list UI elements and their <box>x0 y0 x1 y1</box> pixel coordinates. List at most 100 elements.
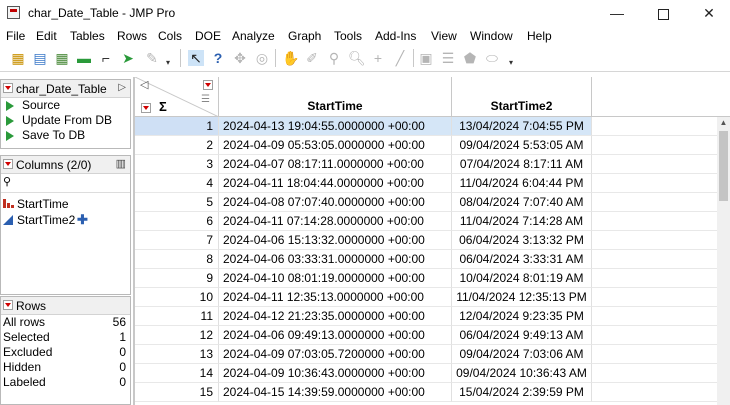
cell-starttime[interactable]: 2024-04-09 07:03:05.7200000 +00:00 <box>219 345 452 364</box>
cell-starttime[interactable]: 2024-04-11 12:35:13.0000000 +00:00 <box>219 288 452 307</box>
cell-starttime2[interactable]: 15/04/2024 2:39:59 PM <box>452 383 592 402</box>
columns-panel-header[interactable]: Columns (2/0) ▥ <box>1 156 130 174</box>
column-item-starttime[interactable]: StartTime <box>1 196 130 212</box>
cell-starttime[interactable]: 2024-04-09 05:53:05.0000000 +00:00 <box>219 136 452 155</box>
table-row[interactable]: 15 2024-04-15 14:39:59.0000000 +00:00 15/0… <box>135 383 730 402</box>
close-button[interactable]: ✕ <box>686 0 730 26</box>
text-lines-icon[interactable]: ☰ <box>440 50 456 66</box>
table-row[interactable]: 3 2024-04-07 08:17:11.0000000 +00:00 07/04… <box>135 155 730 174</box>
sigma-icon[interactable]: Σ <box>159 99 167 114</box>
cell-starttime2[interactable]: 11/04/2024 7:14:28 AM <box>452 212 592 231</box>
columns-options-icon[interactable]: ▥ <box>116 157 126 170</box>
row-number[interactable]: 10 <box>135 288 219 307</box>
cell-starttime[interactable]: 2024-04-11 18:04:44.0000000 +00:00 <box>219 174 452 193</box>
cell-starttime[interactable]: 2024-04-06 09:49:13.0000000 +00:00 <box>219 326 452 345</box>
rows-panel-header[interactable]: Rows <box>1 297 130 315</box>
table-row[interactable]: 7 2024-04-06 15:13:32.0000000 +00:00 06/04… <box>135 231 730 250</box>
row-number[interactable]: 15 <box>135 383 219 402</box>
menu-analyze[interactable]: Analyze <box>232 29 275 43</box>
row-number[interactable]: 4 <box>135 174 219 193</box>
help-question-icon[interactable]: ? <box>210 50 226 66</box>
hand-grabber-icon[interactable]: ✋ <box>282 50 299 66</box>
ellipse-icon[interactable]: ⬭ <box>484 50 500 66</box>
pencil-icon[interactable]: ✎ <box>144 50 160 66</box>
polygon-icon[interactable]: ⬟ <box>462 50 478 66</box>
table-row[interactable]: 2 2024-04-09 05:53:05.0000000 +00:00 09/04… <box>135 136 730 155</box>
menu-add-ins[interactable]: Add-Ins <box>375 29 416 43</box>
cell-starttime[interactable]: 2024-04-06 03:33:31.0000000 +00:00 <box>219 250 452 269</box>
scroll-up-icon[interactable]: ▲ <box>717 117 730 129</box>
cell-starttime2[interactable]: 06/04/2024 9:49:13 AM <box>452 326 592 345</box>
table-row[interactable]: 13 2024-04-09 07:03:05.7200000 +00:00 09/0… <box>135 345 730 364</box>
data-table-icon[interactable]: ▦ <box>10 50 26 66</box>
red-triangle-menu-icon[interactable] <box>203 80 213 90</box>
row-number[interactable]: 9 <box>135 269 219 288</box>
cell-starttime2[interactable]: 09/04/2024 5:53:05 AM <box>452 136 592 155</box>
formula-icon[interactable]: ⌐ <box>98 50 114 66</box>
grid-icon[interactable]: ▦ <box>54 50 70 66</box>
row-number[interactable]: 3 <box>135 155 219 174</box>
cell-starttime2[interactable]: 10/04/2024 8:01:19 AM <box>452 269 592 288</box>
table-row[interactable]: 8 2024-04-06 03:33:31.0000000 +00:00 06/04… <box>135 250 730 269</box>
lasso-icon[interactable]: ⚲ <box>326 50 342 66</box>
menu-graph[interactable]: Graph <box>288 29 321 43</box>
cell-starttime2[interactable]: 12/04/2024 9:23:35 PM <box>452 307 592 326</box>
cell-starttime[interactable]: 2024-04-09 10:36:43.0000000 +00:00 <box>219 364 452 383</box>
cell-starttime[interactable]: 2024-04-12 21:23:35.0000000 +00:00 <box>219 307 452 326</box>
minimize-button[interactable]: — <box>594 0 640 26</box>
table-list-icon[interactable]: ▤ <box>32 50 48 66</box>
red-triangle-menu-icon[interactable] <box>3 300 13 310</box>
row-number[interactable]: 8 <box>135 250 219 269</box>
menu-edit[interactable]: Edit <box>36 29 57 43</box>
row-number[interactable]: 7 <box>135 231 219 250</box>
column-search-field[interactable]: ⚲ <box>1 174 130 193</box>
cell-starttime2[interactable]: 07/04/2024 8:17:11 AM <box>452 155 592 174</box>
menu-doe[interactable]: DOE <box>195 29 221 43</box>
row-number[interactable]: 12 <box>135 326 219 345</box>
script-item-save-to-db[interactable]: Save To DB <box>1 128 130 143</box>
bar-chart-icon[interactable]: ▬ <box>76 50 92 66</box>
menu-file[interactable]: File <box>6 29 25 43</box>
cell-starttime[interactable]: 2024-04-06 15:13:32.0000000 +00:00 <box>219 231 452 250</box>
row-number[interactable]: 13 <box>135 345 219 364</box>
collapse-arrow-icon[interactable]: ◁ <box>140 78 148 91</box>
cell-starttime2[interactable]: 13/04/2024 7:04:55 PM <box>452 117 592 136</box>
table-row[interactable]: 6 2024-04-11 07:14:28.0000000 +00:00 11/04… <box>135 212 730 231</box>
annotate-icon[interactable]: ▣ <box>418 50 434 66</box>
menu-view[interactable]: View <box>431 29 457 43</box>
red-triangle-menu-icon[interactable] <box>141 103 151 113</box>
cell-starttime2[interactable]: 09/04/2024 7:03:06 AM <box>452 345 592 364</box>
cell-starttime[interactable]: 2024-04-07 08:17:11.0000000 +00:00 <box>219 155 452 174</box>
run-script-icon[interactable]: ➤ <box>120 50 136 66</box>
crosshair-icon[interactable]: + <box>370 50 386 66</box>
cell-starttime[interactable]: 2024-04-11 07:14:28.0000000 +00:00 <box>219 212 452 231</box>
magnifier-icon[interactable]: 🔍︎ <box>348 50 366 66</box>
vertical-scrollbar[interactable]: ▲ <box>717 117 730 405</box>
cell-starttime2[interactable]: 11/04/2024 12:35:13 PM <box>452 288 592 307</box>
cell-starttime2[interactable]: 06/04/2024 3:13:32 PM <box>452 231 592 250</box>
menu-window[interactable]: Window <box>470 29 513 43</box>
table-row[interactable]: 11 2024-04-12 21:23:35.0000000 +00:00 12/0… <box>135 307 730 326</box>
maximize-button[interactable] <box>640 0 686 26</box>
arrow-pointer-icon[interactable]: ↖ <box>188 50 204 66</box>
red-triangle-menu-icon[interactable] <box>3 83 13 93</box>
table-row[interactable]: 5 2024-04-08 07:07:40.0000000 +00:00 08/04… <box>135 193 730 212</box>
table-row[interactable]: 14 2024-04-09 10:36:43.0000000 +00:00 09/0… <box>135 364 730 383</box>
expand-arrow-icon[interactable]: ▷ <box>118 82 126 93</box>
script-item-source[interactable]: Source <box>1 98 130 113</box>
row-number[interactable]: 6 <box>135 212 219 231</box>
table-row[interactable]: 10 2024-04-11 12:35:13.0000000 +00:00 11/0… <box>135 288 730 307</box>
column-header-starttime[interactable]: StartTime <box>219 77 452 117</box>
brush-icon[interactable]: ✐ <box>304 50 320 66</box>
row-number[interactable]: 5 <box>135 193 219 212</box>
red-triangle-menu-icon[interactable] <box>3 159 13 169</box>
toolbar-overflow-icon[interactable]: ▾ <box>166 58 170 67</box>
cell-starttime[interactable]: 2024-04-10 08:01:19.0000000 +00:00 <box>219 269 452 288</box>
cell-starttime[interactable]: 2024-04-13 19:04:55.0000000 +00:00 <box>219 117 452 136</box>
row-number[interactable]: 1 <box>135 117 219 136</box>
row-number[interactable]: 2 <box>135 136 219 155</box>
scroll-thumb[interactable] <box>719 131 728 201</box>
cell-starttime2[interactable]: 09/04/2024 10:36:43 AM <box>452 364 592 383</box>
table-row[interactable]: 9 2024-04-10 08:01:19.0000000 +00:00 10/04… <box>135 269 730 288</box>
cell-starttime2[interactable]: 06/04/2024 3:33:31 AM <box>452 250 592 269</box>
